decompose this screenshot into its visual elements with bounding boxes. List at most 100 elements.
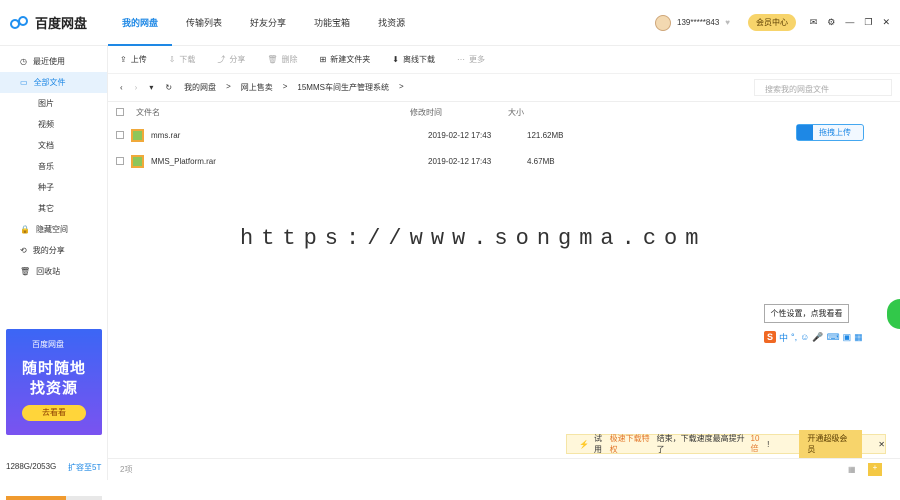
- minimize-icon[interactable]: —: [845, 17, 854, 28]
- file-size: 121.62MB: [527, 130, 564, 140]
- toolbar-label: 删除: [281, 55, 298, 64]
- select-all-checkbox[interactable]: [116, 108, 124, 116]
- trash-icon: 🗑: [20, 267, 31, 276]
- banner-button[interactable]: 去看看: [22, 405, 86, 421]
- close-icon[interactable]: ✕: [882, 17, 890, 28]
- history-dropdown-icon[interactable]: ▾: [149, 83, 153, 92]
- emoji-icon[interactable]: ☺: [800, 332, 809, 342]
- row-checkbox[interactable]: [116, 131, 124, 139]
- cloud-upload-icon: [797, 125, 813, 140]
- sidebar-item[interactable]: ▭ 全部文件: [0, 72, 107, 93]
- rar-file-icon: [131, 154, 144, 168]
- sidebar-item[interactable]: 文档: [0, 135, 107, 156]
- back-icon[interactable]: ‹: [120, 83, 123, 92]
- app-name: 百度网盘: [35, 16, 88, 31]
- storage-text: 1288G/2053G: [6, 462, 57, 471]
- keyboard-icon[interactable]: ⌨: [827, 332, 840, 343]
- sidebar-item-label: 图片: [38, 99, 54, 108]
- toolbar-icon: ⋯: [456, 55, 465, 64]
- column-time[interactable]: 修改时间: [410, 107, 508, 118]
- toolbar-button[interactable]: ⋯ 更多: [457, 54, 485, 65]
- table-row[interactable]: MMS_Platform.rar 2019-02-12 17:43 4.67MB: [108, 148, 900, 174]
- toolbar-label: 更多: [468, 55, 485, 64]
- breadcrumb-item[interactable]: 15MMS车间生产管理系统: [297, 82, 389, 93]
- ime-tip: 个性设置，点我看看: [764, 304, 849, 323]
- toolbar-label: 新建文件夹: [330, 55, 371, 64]
- mic-icon[interactable]: 🎤: [812, 332, 823, 343]
- file-name[interactable]: mms.rar: [151, 131, 428, 140]
- toolbar-label: 上传: [130, 55, 147, 64]
- file-list-header: 文件名 修改时间 大小: [108, 102, 900, 122]
- sidebar-item-label: 全部文件: [33, 78, 66, 87]
- sidebar-item[interactable]: 音乐: [0, 156, 107, 177]
- tab-3[interactable]: 功能宝箱: [300, 0, 364, 46]
- toolbar-button[interactable]: ⬇ 离线下载: [392, 54, 435, 65]
- sidebar-item-label: 我的分享: [32, 246, 65, 255]
- banner-line1: 随时随地: [21, 360, 86, 377]
- expand-link[interactable]: 扩容至5T: [68, 462, 101, 473]
- sidebar-item-label: 种子: [38, 183, 54, 192]
- toolbar-icon: ⤴: [217, 55, 226, 64]
- file-name[interactable]: MMS_Platform.rar: [151, 157, 428, 166]
- floating-green-button[interactable]: [887, 299, 900, 329]
- toolbar-button[interactable]: ⊞ 新建文件夹: [320, 54, 371, 65]
- tab-2[interactable]: 好友分享: [236, 0, 300, 46]
- sidebar-item[interactable]: ⟲ 我的分享: [0, 240, 107, 261]
- banner-brand: 百度网盘: [32, 340, 64, 349]
- drag-upload-button[interactable]: 拖拽上传: [796, 124, 864, 141]
- breadcrumb-item[interactable]: 网上售卖: [241, 82, 273, 93]
- table-row[interactable]: mms.rar 2019-02-12 17:43 121.62MB: [108, 122, 900, 148]
- close-promo-icon[interactable]: ✕: [878, 440, 885, 449]
- breadcrumb-item[interactable]: 我的网盘: [184, 82, 216, 93]
- column-name[interactable]: 文件名: [136, 107, 410, 118]
- clock-icon: ◷: [20, 57, 27, 66]
- file-size: 4.67MB: [527, 156, 555, 166]
- open-vip-button[interactable]: 开通超级会员: [799, 430, 863, 458]
- speed-promo-bar: ⚡ 试用 极速下载特权 结束，下载速度最高提升了 10倍 ! 开通超级会员 ✕: [566, 430, 886, 458]
- item-count: 2项: [120, 465, 133, 474]
- skin-icon[interactable]: ▣: [843, 332, 852, 343]
- toolbox-icon[interactable]: ▦: [854, 332, 863, 343]
- tab-my-disk[interactable]: 我的网盘: [108, 0, 173, 46]
- sidebar-item[interactable]: ◷ 最近使用: [0, 51, 107, 72]
- mail-icon[interactable]: ✉: [810, 17, 818, 28]
- forward-icon[interactable]: ›: [135, 83, 138, 92]
- avatar[interactable]: [655, 14, 671, 31]
- sidebar-item-label: 隐藏空间: [35, 225, 68, 234]
- promo-text-end: !: [767, 439, 770, 449]
- sidebar-item[interactable]: 种子: [0, 177, 107, 198]
- search-input[interactable]: 搜索我的网盘文件: [754, 79, 892, 96]
- toolbar-button[interactable]: ⤴ 分享: [217, 54, 245, 65]
- restore-icon[interactable]: ❐: [864, 17, 872, 28]
- toolbar-button[interactable]: ⇪ 上传: [120, 54, 147, 65]
- toolbar-label: 离线下载: [402, 55, 435, 64]
- toolbar-button[interactable]: ⇩ 下载: [169, 54, 196, 65]
- toolbar-button[interactable]: 🗑 删除: [267, 54, 297, 65]
- sidebar-item[interactable]: 🔒 隐藏空间: [0, 219, 107, 240]
- sidebar-item[interactable]: 其它: [0, 198, 107, 219]
- lock-icon: 🔒: [20, 225, 30, 234]
- refresh-icon[interactable]: ↻: [165, 83, 172, 92]
- sidebar-item-label: 其它: [38, 204, 54, 213]
- app-logo: 百度网盘: [10, 13, 87, 32]
- grid-view-icon[interactable]: ▦: [848, 465, 856, 474]
- heart-icon[interactable]: ♥: [725, 18, 730, 27]
- toolbar-icon: ⬇: [392, 55, 399, 64]
- gear-icon[interactable]: ⚙: [827, 17, 835, 28]
- upload-corner-icon[interactable]: +: [868, 463, 882, 476]
- tab-4[interactable]: 找资源: [364, 0, 419, 46]
- promo-banner[interactable]: 百度网盘 随时随地 找资源 去看看: [6, 329, 102, 435]
- sidebar-item[interactable]: 视频: [0, 114, 107, 135]
- column-size[interactable]: 大小: [508, 107, 524, 118]
- file-time: 2019-02-12 17:43: [428, 130, 492, 140]
- sidebar-item[interactable]: 🗑 回收站: [0, 261, 107, 282]
- breadcrumb-separator: >: [226, 82, 231, 91]
- chinese-mode-icon[interactable]: 中: [779, 331, 788, 344]
- punctuation-icon[interactable]: °,: [791, 332, 797, 342]
- sogou-icon[interactable]: S: [764, 331, 777, 343]
- tab-1[interactable]: 传输列表: [172, 0, 236, 46]
- user-name[interactable]: 139*****843: [677, 18, 719, 27]
- row-checkbox[interactable]: [116, 157, 124, 165]
- sidebar-item[interactable]: 图片: [0, 93, 107, 114]
- vip-button[interactable]: 会员中心: [748, 14, 797, 31]
